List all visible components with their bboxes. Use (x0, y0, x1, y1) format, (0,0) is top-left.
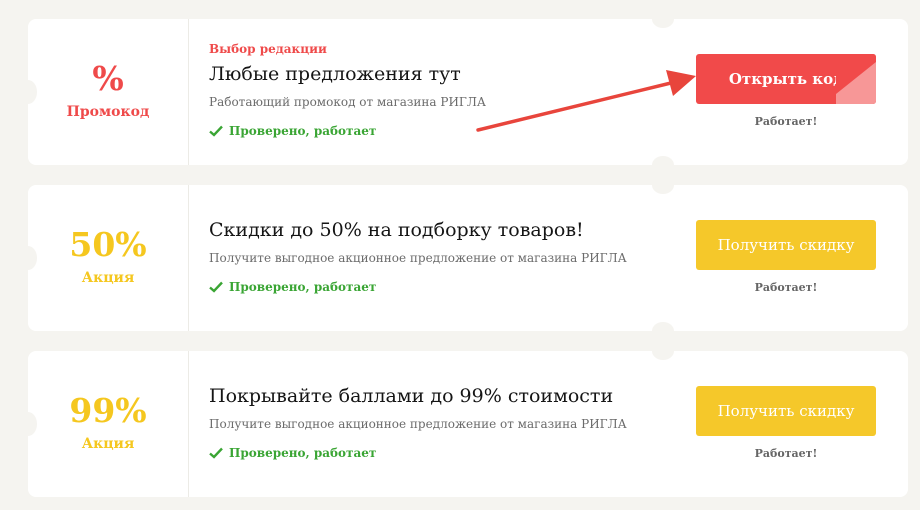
offer-type: Акция (81, 270, 135, 286)
code-peek-corner (836, 54, 876, 104)
verified-label: Проверено, работает (229, 280, 377, 294)
offer-value: 50% (69, 225, 147, 264)
verified-status: Проверено, работает (209, 280, 376, 294)
offer-status: Работает! (754, 115, 818, 128)
offer-content: Скидки до 50% на подборку товаров! Получ… (209, 185, 649, 331)
offer-status: Работает! (754, 281, 818, 294)
offer-badge: 50% Акция (28, 185, 189, 331)
offer-description: Получите выгодное акционное предложение … (209, 417, 627, 431)
ticket-notch (652, 10, 674, 28)
editor-choice-label: Выбор редакции (209, 42, 327, 56)
offer-badge: % Промокод (28, 19, 189, 165)
verified-label: Проверено, работает (229, 446, 377, 460)
offer-badge: 99% Акция (28, 351, 189, 497)
check-icon (209, 447, 223, 459)
offer-value: % (92, 59, 124, 98)
offer-description: Работающий промокод от магазина РИГЛА (209, 95, 486, 109)
offer-card-discount: 50% Акция Скидки до 50% на подборку това… (19, 176, 908, 340)
offer-title[interactable]: Любые предложения тут (209, 63, 461, 85)
verified-label: Проверено, работает (229, 124, 377, 138)
offer-description: Получите выгодное акционное предложение … (209, 251, 627, 265)
red-arrow-icon (476, 70, 696, 132)
check-icon (209, 125, 223, 137)
offer-status: Работает! (754, 447, 818, 460)
offer-card-promocode: % Промокод Выбор редакции Любые предложе… (19, 10, 908, 174)
get-discount-button[interactable]: Получить скидку (696, 220, 876, 270)
offer-card-points: 99% Акция Покрывайте баллами до 99% стои… (19, 342, 908, 497)
check-icon (209, 281, 223, 293)
offer-title[interactable]: Скидки до 50% на подборку товаров! (209, 219, 584, 241)
get-discount-button[interactable]: Получить скидку (696, 386, 876, 436)
offer-title[interactable]: Покрывайте баллами до 99% стоимости (209, 385, 613, 407)
ticket-notch (652, 322, 674, 340)
verified-status: Проверено, работает (209, 124, 376, 138)
ticket-notch (652, 156, 674, 174)
offer-value: 99% (69, 391, 147, 430)
ticket-notch (652, 176, 674, 194)
ticket-notch (652, 342, 674, 360)
offer-type: Акция (81, 436, 135, 452)
button-label: Получить скидку (717, 402, 855, 420)
button-label: Получить скидку (717, 236, 855, 254)
button-label: Открыть код (728, 70, 844, 88)
open-code-button[interactable]: Открыть код (696, 54, 876, 104)
verified-status: Проверено, работает (209, 446, 376, 460)
offer-type: Промокод (66, 104, 150, 120)
offer-content: Покрывайте баллами до 99% стоимости Полу… (209, 351, 649, 497)
